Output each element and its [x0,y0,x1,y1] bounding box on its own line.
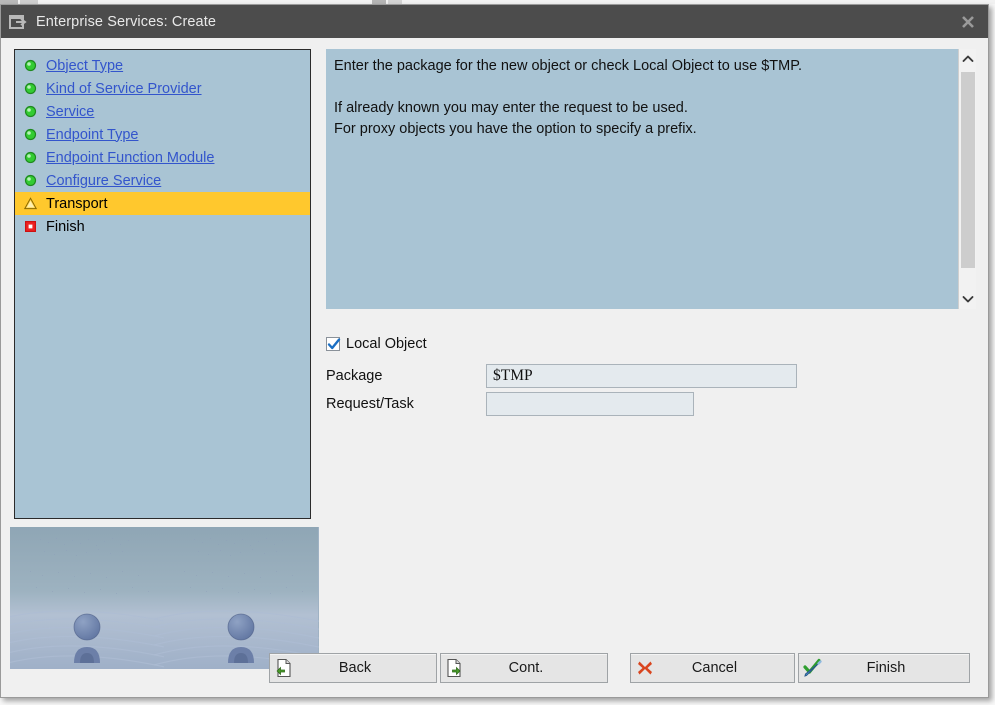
screen: Enterprise Services: Create Object Type … [0,0,995,705]
package-label: Package [326,368,383,384]
package-row: Package [326,363,976,389]
scrollbar-thumb[interactable] [961,72,975,268]
cancel-button-label: Cancel [691,660,738,676]
sidebar-item-finish[interactable]: Finish [15,215,310,238]
red-square-icon [21,218,39,236]
chevron-up-icon[interactable] [959,49,977,69]
dialog-window-icon [8,12,30,32]
wizard-step-list-items: Object Type Kind of Service Provider Ser… [15,50,310,238]
dialog-window: Enterprise Services: Create Object Type … [0,4,989,698]
green-sphere-icon [21,126,39,144]
request-task-label: Request/Task [326,396,414,412]
transport-form: Local Object Package Request/Task [326,333,976,419]
sidebar-item-transport[interactable]: Transport [15,192,310,215]
description-panel: Enter the package for the new object or … [326,49,976,309]
dialog-button-bar: Back Cont. Cancel Finish [1,653,988,683]
green-sphere-icon [21,103,39,121]
request-task-row: Request/Task [326,391,976,417]
page-forward-icon [441,658,469,678]
continue-button-label: Cont. [508,660,544,676]
sidebar-item-label: Configure Service [46,172,162,189]
back-button[interactable]: Back [269,653,437,683]
sidebar-item-label: Finish [46,218,85,235]
continue-button[interactable]: Cont. [440,653,608,683]
package-input[interactable] [486,364,797,388]
sidebar-item-label: Object Type [46,57,124,74]
local-object-label: Local Object [346,336,427,352]
sidebar-item-label: Transport [46,195,108,212]
sidebar-item-label: Endpoint Function Module [46,149,215,166]
window-title: Enterprise Services: Create [36,13,216,30]
request-task-input[interactable] [486,392,694,416]
sidebar-item-label: Endpoint Type [46,126,139,143]
finish-button-label: Finish [866,660,906,676]
yellow-warning-triangle-icon [21,195,39,213]
back-button-label: Back [338,660,372,676]
wizard-step-list: Object Type Kind of Service Provider Ser… [14,49,311,519]
sidebar-item-endpoint-function-module[interactable]: Endpoint Function Module [15,146,310,169]
sidebar-item-service[interactable]: Service [15,100,310,123]
local-object-checkbox[interactable] [326,337,341,351]
page-back-icon [270,658,298,678]
green-sphere-icon [21,80,39,98]
sidebar-item-kind-of-service-provider[interactable]: Kind of Service Provider [15,77,310,100]
green-sphere-icon [21,149,39,167]
checkmark-icon [327,338,341,350]
cancel-button[interactable]: Cancel [630,653,795,683]
close-icon[interactable] [954,8,982,35]
sidebar-item-endpoint-type[interactable]: Endpoint Type [15,123,310,146]
finish-button[interactable]: Finish [798,653,970,683]
chevron-down-icon[interactable] [959,289,977,309]
local-object-row: Local Object [326,333,976,355]
sidebar-item-label: Kind of Service Provider [46,80,202,97]
green-sphere-icon [21,172,39,190]
wizard-decoration-graphic [10,527,319,669]
sidebar-item-object-type[interactable]: Object Type [15,54,310,77]
sidebar-item-configure-service[interactable]: Configure Service [15,169,310,192]
description-text: Enter the package for the new object or … [334,58,803,137]
check-pencil-icon [799,658,827,678]
sidebar-item-label: Service [46,103,95,120]
description-scrollbar[interactable] [958,49,976,309]
dialog-body: Object Type Kind of Service Provider Ser… [1,38,988,697]
red-x-icon [631,659,659,677]
green-sphere-icon [21,57,39,75]
title-bar: Enterprise Services: Create [1,5,988,38]
